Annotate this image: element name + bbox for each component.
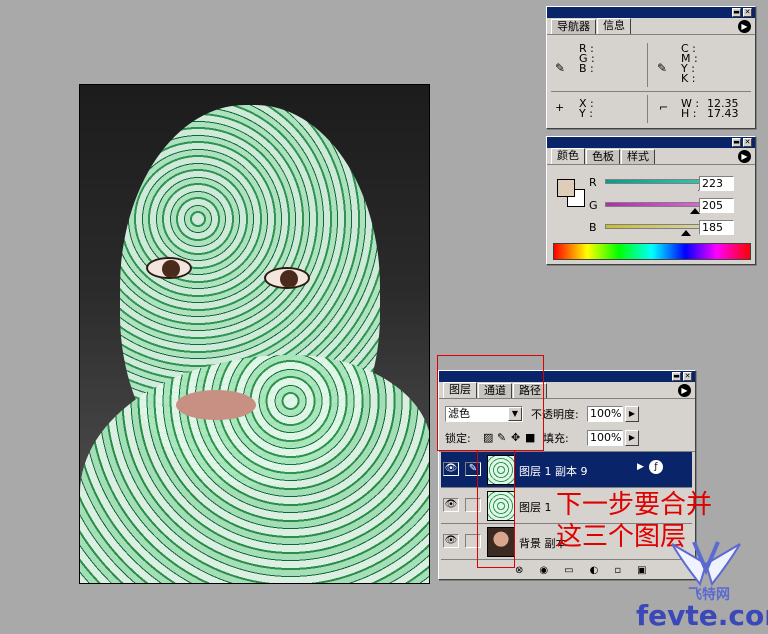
fill-arrow-button[interactable]: ▶ xyxy=(625,430,639,446)
layer-thumbnail xyxy=(487,491,515,521)
chevron-down-icon[interactable]: ▼ xyxy=(508,407,522,421)
y-coord-label: Y : xyxy=(579,107,593,120)
opacity-arrow-button[interactable]: ▶ xyxy=(625,406,639,422)
panel-menu-icon[interactable]: ▶ xyxy=(738,150,751,163)
tab-styles[interactable]: 样式 xyxy=(621,149,655,164)
opacity-label: 不透明度: xyxy=(531,408,579,421)
layer-row-copy9[interactable]: 👁 ✎ 图层 1 副本 9 ▶ ƒ xyxy=(441,452,692,488)
minimize-button[interactable]: ▬ xyxy=(732,8,741,17)
lock-move-icon[interactable]: ✥ xyxy=(511,432,520,443)
lips xyxy=(176,390,256,420)
lock-brush-icon[interactable]: ✎ xyxy=(497,432,506,443)
lock-transparency-icon[interactable]: ▨ xyxy=(483,432,493,443)
link-brush-icon[interactable]: ✎ xyxy=(465,462,481,476)
document-canvas[interactable] xyxy=(79,84,430,584)
new-group-icon[interactable]: ▫ xyxy=(614,563,621,579)
info-panel-titlebar[interactable]: ▬ ✕ xyxy=(547,7,755,18)
layer-thumbnail xyxy=(487,527,515,557)
annotation-line-1: 下一步要合并 xyxy=(556,490,713,520)
k-label: K : xyxy=(681,72,696,85)
visibility-eye-icon[interactable]: 👁 xyxy=(443,534,459,548)
b-channel-label: B xyxy=(589,221,597,234)
selection-size-icon: ⌐ xyxy=(659,101,669,114)
b-label: B : xyxy=(579,62,594,75)
layers-toolbar: ⊗ ◉ ▭ ◐ ▫ ▣ xyxy=(439,563,695,579)
fx-arrow-icon[interactable]: ▶ xyxy=(637,462,644,472)
layer-name: 图层 1 xyxy=(519,501,552,514)
r-channel-label: R xyxy=(589,176,597,189)
adjustment-layer-icon[interactable]: ◐ xyxy=(590,563,599,579)
layer-style-icon[interactable]: ƒ xyxy=(649,460,663,474)
add-mask-icon[interactable]: ▭ xyxy=(564,563,573,579)
tab-channels[interactable]: 通道 xyxy=(478,383,512,398)
crosshair-icon: + xyxy=(555,101,565,114)
panel-menu-icon[interactable]: ▶ xyxy=(738,20,751,33)
left-eye xyxy=(146,257,192,279)
lock-all-icon[interactable]: ■ xyxy=(525,432,535,443)
eyedropper-icon: ✎ xyxy=(555,61,566,75)
color-panel: ▬ ✕ 颜色 色板 样式 ▶ R 223 G 205 B 185 xyxy=(546,136,756,265)
tab-layers[interactable]: 图层 xyxy=(443,382,477,398)
lock-label: 锁定: xyxy=(445,432,471,445)
watermark-url: fevte.com xyxy=(636,599,768,632)
blend-mode-select[interactable]: 滤色 ▼ xyxy=(445,406,523,422)
fill-field[interactable]: 100% xyxy=(587,430,623,446)
blend-mode-value: 滤色 xyxy=(448,407,470,420)
minimize-button[interactable]: ▬ xyxy=(672,372,681,381)
link-icon[interactable] xyxy=(465,534,481,548)
eyedropper-cmyk-icon: ✎ xyxy=(657,61,668,75)
close-button[interactable]: ✕ xyxy=(743,138,752,147)
h-label: H : xyxy=(681,107,697,120)
link-icon[interactable] xyxy=(465,498,481,512)
new-layer-icon[interactable]: ▣ xyxy=(637,563,646,579)
g-channel-label: G xyxy=(589,199,598,212)
tab-paths[interactable]: 路径 xyxy=(513,383,547,398)
link-layers-icon[interactable]: ⊗ xyxy=(515,563,523,579)
tab-color[interactable]: 颜色 xyxy=(551,148,585,164)
tab-swatches[interactable]: 色板 xyxy=(586,149,620,164)
color-panel-titlebar[interactable]: ▬ ✕ xyxy=(547,137,755,148)
visibility-eye-icon[interactable]: 👁 xyxy=(443,462,459,476)
color-spectrum-bar[interactable] xyxy=(553,243,751,260)
layers-panel-titlebar[interactable]: ▬ ✕ xyxy=(439,371,695,382)
foreground-color-swatch[interactable] xyxy=(557,179,575,197)
tab-navigator[interactable]: 导航器 xyxy=(551,19,596,34)
layer-thumbnail xyxy=(487,455,515,485)
add-style-icon[interactable]: ◉ xyxy=(539,563,548,579)
opacity-field[interactable]: 100% xyxy=(587,406,623,422)
r-value-field[interactable]: 223 xyxy=(699,176,734,191)
visibility-eye-icon[interactable]: 👁 xyxy=(443,498,459,512)
h-value: 17.43 xyxy=(707,107,739,120)
layer-name: 图层 1 副本 9 xyxy=(519,465,588,478)
close-button[interactable]: ✕ xyxy=(743,8,752,17)
right-eye xyxy=(264,267,310,289)
close-button[interactable]: ✕ xyxy=(683,372,692,381)
panel-menu-icon[interactable]: ▶ xyxy=(678,384,691,397)
tab-info[interactable]: 信息 xyxy=(597,18,631,34)
minimize-button[interactable]: ▬ xyxy=(732,138,741,147)
b-value-field[interactable]: 185 xyxy=(699,220,734,235)
fill-label: 填充: xyxy=(543,432,569,445)
b-slider-thumb[interactable] xyxy=(681,230,692,236)
g-value-field[interactable]: 205 xyxy=(699,198,734,213)
info-panel: ▬ ✕ 导航器 信息 ▶ ✎ R : G : B : ✎ C : M : Y :… xyxy=(546,6,756,129)
